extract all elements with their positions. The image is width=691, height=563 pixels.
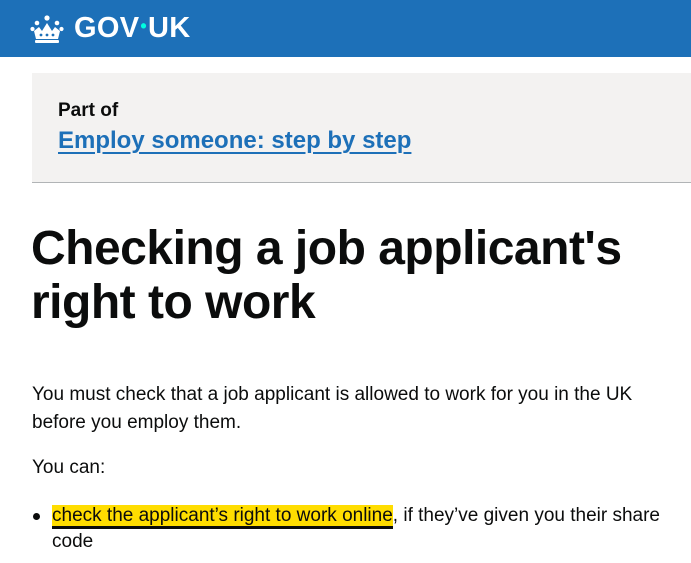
options-list: check the applicant’s right to work onli…	[32, 503, 672, 555]
step-by-step-link[interactable]: Employ someone: step by step	[58, 127, 411, 155]
you-can-text: You can:	[32, 457, 106, 478]
govuk-logo-link[interactable]: GOV•UK	[30, 0, 190, 57]
page-title: Checking a job applicant's right to work	[31, 222, 622, 329]
logo-text-gov: GOV	[74, 12, 140, 44]
part-of-label: Part of	[58, 100, 119, 121]
intro-paragraph: You must check that a job applicant is a…	[32, 384, 633, 433]
check-right-to-work-online-link[interactable]: check the applicant’s right to work onli…	[52, 505, 393, 526]
logo-dot: •	[140, 16, 147, 37]
govuk-logo-text: GOV•UK	[74, 14, 190, 43]
bullet-icon	[33, 513, 40, 520]
crown-icon	[30, 14, 64, 43]
step-by-step-navigation: Part of Employ someone: step by step	[32, 73, 691, 183]
govuk-header: GOV•UK	[0, 0, 691, 57]
list-item: check the applicant’s right to work onli…	[32, 503, 672, 555]
logo-text-uk: UK	[147, 12, 191, 44]
